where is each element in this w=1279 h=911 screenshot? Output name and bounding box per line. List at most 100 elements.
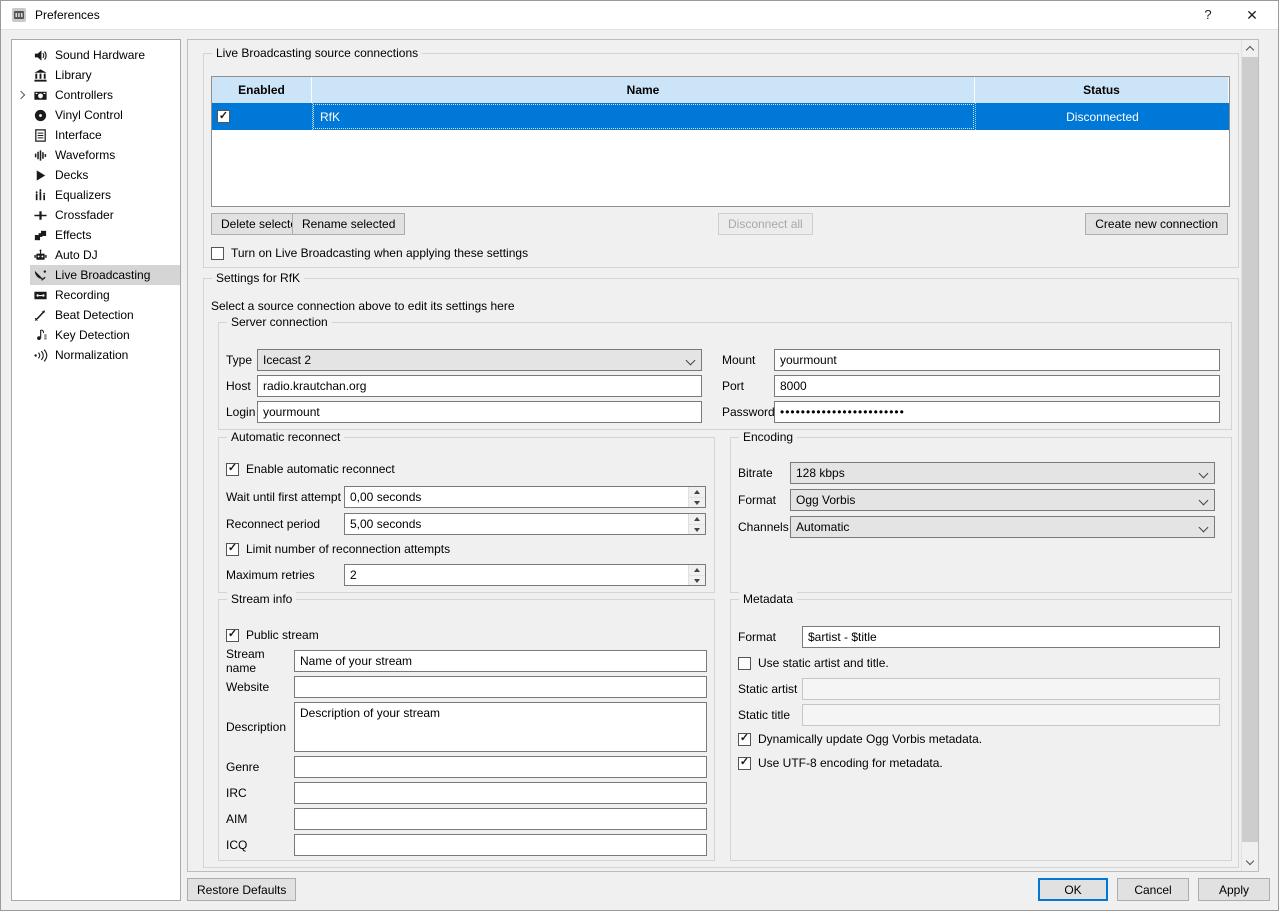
sidebar-item-beat-detection[interactable]: Beat Detection xyxy=(12,305,180,325)
connections-table: Enabled Name Status RfK Disconnected xyxy=(211,76,1230,207)
sidebar-item-label: Interface xyxy=(55,128,102,142)
table-row[interactable]: RfK Disconnected xyxy=(212,103,1229,130)
app-icon xyxy=(11,7,27,23)
format-select[interactable]: Ogg Vorbis xyxy=(790,489,1215,511)
header-name: Name xyxy=(312,77,975,103)
dynamic-update-checkbox[interactable] xyxy=(738,733,751,746)
sidebar-item-equalizers[interactable]: Equalizers xyxy=(12,185,180,205)
apply-button[interactable]: Apply xyxy=(1198,878,1270,901)
sidebar-item-sound-hardware[interactable]: Sound Hardware xyxy=(12,45,180,65)
sidebar-item-label: Normalization xyxy=(55,348,128,362)
password-input[interactable] xyxy=(774,401,1220,423)
channels-label: Channels xyxy=(738,520,790,534)
ok-button[interactable]: OK xyxy=(1038,878,1108,901)
sidebar-item-normalization[interactable]: Normalization xyxy=(12,345,180,365)
sidebar-item-vinyl-control[interactable]: Vinyl Control xyxy=(12,105,180,125)
row-enabled-checkbox[interactable] xyxy=(217,110,230,123)
maximum-retries-spinner[interactable] xyxy=(344,564,706,586)
expander xyxy=(12,207,30,223)
scroll-down-icon[interactable] xyxy=(1242,854,1258,871)
host-input[interactable] xyxy=(257,375,702,397)
bitrate-select[interactable]: 128 kbps xyxy=(790,462,1215,484)
sidebar-item-library[interactable]: Library xyxy=(12,65,180,85)
sidebar: Sound Hardware Library Controllers Vinyl… xyxy=(11,39,181,901)
group-title: Automatic reconnect xyxy=(227,430,344,444)
settings-group: Settings for RfK Select a source connect… xyxy=(203,278,1239,868)
spin-up-button[interactable] xyxy=(689,565,705,576)
format-label: Format xyxy=(738,493,790,507)
irc-input[interactable] xyxy=(294,782,707,804)
icq-label: ICQ xyxy=(226,838,294,852)
description-textarea[interactable]: Description of your stream xyxy=(294,702,707,752)
sidebar-item-auto-dj[interactable]: Auto DJ xyxy=(12,245,180,265)
sidebar-item-decks[interactable]: Decks xyxy=(12,165,180,185)
turn-on-broadcasting-checkbox[interactable] xyxy=(211,247,224,260)
spin-down-button[interactable] xyxy=(689,576,705,586)
cancel-button[interactable]: Cancel xyxy=(1117,878,1189,901)
aim-input[interactable] xyxy=(294,808,707,830)
spin-down-button[interactable] xyxy=(689,498,705,508)
sidebar-item-label: Key Detection xyxy=(55,328,130,342)
library-icon xyxy=(32,67,48,83)
website-input[interactable] xyxy=(294,676,707,698)
type-label: Type xyxy=(226,353,257,367)
create-new-connection-button[interactable]: Create new connection xyxy=(1085,213,1228,235)
sidebar-item-interface[interactable]: Interface xyxy=(12,125,180,145)
enable-reconnect-checkbox[interactable] xyxy=(226,463,239,476)
restore-defaults-button[interactable]: Restore Defaults xyxy=(187,878,296,901)
sidebar-item-label: Effects xyxy=(55,228,91,242)
expander xyxy=(12,247,30,263)
aim-label: AIM xyxy=(226,812,294,826)
vinyl-icon xyxy=(32,107,48,123)
login-input[interactable] xyxy=(257,401,702,423)
mount-input[interactable] xyxy=(774,349,1220,371)
group-title: Server connection xyxy=(227,315,332,329)
scroll-up-icon[interactable] xyxy=(1242,40,1258,57)
rename-selected-button[interactable]: Rename selected xyxy=(292,213,405,235)
spin-down-button[interactable] xyxy=(689,525,705,535)
channels-select[interactable]: Automatic xyxy=(790,516,1215,538)
crossfader-icon xyxy=(32,207,48,223)
metadata-format-input[interactable] xyxy=(802,626,1220,648)
chevron-right-icon[interactable] xyxy=(12,87,30,103)
row-name[interactable]: RfK xyxy=(312,103,975,130)
use-static-checkbox[interactable] xyxy=(738,657,751,670)
scrollbar-track[interactable] xyxy=(1242,57,1258,854)
password-label: Password xyxy=(722,405,774,419)
limit-attempts-checkbox[interactable] xyxy=(226,543,239,556)
spin-up-button[interactable] xyxy=(689,514,705,525)
static-artist-input[interactable] xyxy=(802,678,1220,700)
icq-input[interactable] xyxy=(294,834,707,856)
close-button[interactable]: ✕ xyxy=(1236,1,1268,29)
reconnect-period-label: Reconnect period xyxy=(226,517,344,531)
sidebar-item-effects[interactable]: Effects xyxy=(12,225,180,245)
genre-input[interactable] xyxy=(294,756,707,778)
sidebar-item-controllers[interactable]: Controllers xyxy=(12,85,180,105)
settings-hint: Select a source connection above to edit… xyxy=(211,299,515,313)
sidebar-item-key-detection[interactable]: Key Detection xyxy=(12,325,180,345)
sidebar-item-recording[interactable]: Recording xyxy=(12,285,180,305)
bitrate-label: Bitrate xyxy=(738,466,790,480)
public-stream-checkbox[interactable] xyxy=(226,629,239,642)
spin-up-button[interactable] xyxy=(689,487,705,498)
disconnect-all-button[interactable]: Disconnect all xyxy=(718,213,813,235)
sidebar-item-crossfader[interactable]: Crossfader xyxy=(12,205,180,225)
sidebar-item-waveforms[interactable]: Waveforms xyxy=(12,145,180,165)
dynamic-update-label: Dynamically update Ogg Vorbis metadata. xyxy=(758,732,982,746)
stream-name-input[interactable] xyxy=(294,650,707,672)
reconnect-period-spinner[interactable] xyxy=(344,513,706,535)
sidebar-item-live-broadcasting[interactable]: Live Broadcasting xyxy=(12,265,180,285)
scrollbar-thumb[interactable] xyxy=(1242,57,1258,842)
header-status: Status xyxy=(975,77,1229,103)
vertical-scrollbar[interactable] xyxy=(1241,40,1258,871)
utf8-checkbox[interactable] xyxy=(738,757,751,770)
help-button[interactable]: ? xyxy=(1192,1,1224,29)
cassette-icon xyxy=(32,287,48,303)
automatic-reconnect-group: Automatic reconnect Enable automatic rec… xyxy=(218,437,715,593)
port-input[interactable] xyxy=(774,375,1220,397)
type-select[interactable]: Icecast 2 xyxy=(257,349,702,371)
titlebar: Preferences ? ✕ xyxy=(1,1,1278,30)
wait-first-attempt-spinner[interactable] xyxy=(344,486,706,508)
static-title-input[interactable] xyxy=(802,704,1220,726)
expander xyxy=(12,107,30,123)
